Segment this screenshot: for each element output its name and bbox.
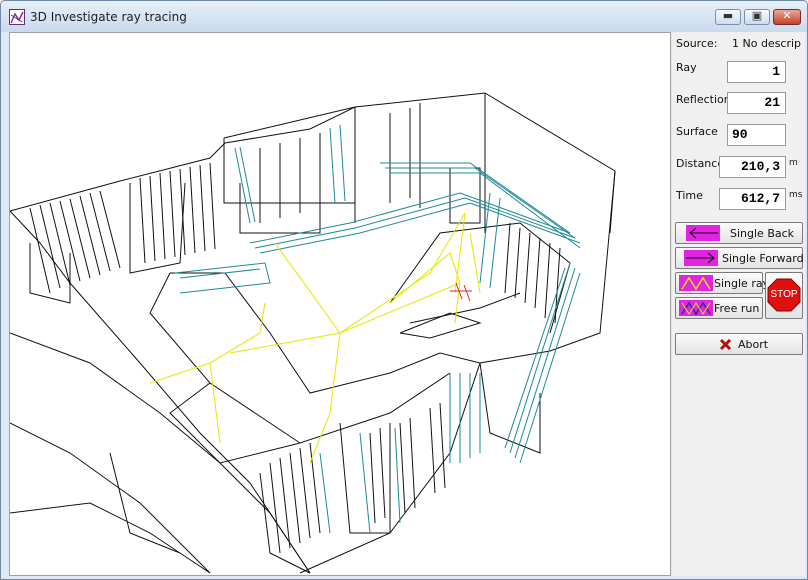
app-icon[interactable] — [9, 9, 25, 25]
distance-unit: m — [789, 158, 798, 168]
single-back-label: Single Back — [730, 227, 795, 240]
ray-value: 1 — [727, 61, 786, 83]
source-label: Source: — [676, 37, 718, 50]
arrow-right-icon — [684, 250, 718, 266]
abort-button[interactable]: Abort — [675, 333, 803, 355]
time-label: Time — [676, 189, 703, 202]
single-forward-label: Single Forward — [722, 252, 804, 265]
maximize-button[interactable]: ▣ — [744, 9, 770, 25]
abort-label: Abort — [738, 338, 769, 351]
window-title: 3D Investigate ray tracing — [30, 10, 187, 24]
stop-label: STOP — [770, 289, 798, 300]
arrow-left-icon — [686, 225, 720, 241]
minimize-button[interactable]: ▬ — [715, 9, 741, 25]
free-run-button[interactable]: Free run — [675, 297, 763, 319]
free-run-label: Free run — [714, 302, 760, 315]
ray-label: Ray — [676, 61, 697, 74]
maximize-icon: ▣ — [751, 9, 763, 22]
single-forward-button[interactable]: Single Forward — [675, 247, 804, 269]
single-ray-icon — [679, 275, 713, 291]
surface-value: 90 — [727, 124, 786, 146]
free-run-icon — [679, 300, 713, 316]
distance-value: 210,3 — [719, 156, 786, 178]
source-value: 1 No descrip — [732, 37, 802, 50]
app-window: 3D Investigate ray tracing ▬ ▣ ✕ Source:… — [0, 0, 808, 580]
title-bar[interactable]: 3D Investigate ray tracing ▬ ▣ ✕ — [1, 1, 807, 32]
stop-button[interactable]: STOP — [765, 272, 803, 319]
time-value: 612,7 — [719, 188, 786, 210]
single-back-button[interactable]: Single Back — [675, 222, 803, 244]
ray-tracing-3d-view[interactable] — [9, 32, 671, 576]
reflection-label: Reflection — [676, 93, 731, 106]
close-button[interactable]: ✕ — [773, 9, 801, 25]
reflection-value: 21 — [727, 92, 786, 114]
single-ray-button[interactable]: Single ray — [675, 272, 769, 294]
minimize-icon: ▬ — [722, 9, 734, 22]
time-unit: ms — [789, 190, 803, 200]
abort-x-icon — [719, 338, 732, 351]
wireframe-model — [10, 92, 616, 574]
close-icon: ✕ — [782, 9, 792, 22]
single-ray-label: Single ray — [714, 277, 770, 290]
surface-label: Surface — [676, 125, 718, 138]
distance-label: Distance — [676, 157, 725, 170]
